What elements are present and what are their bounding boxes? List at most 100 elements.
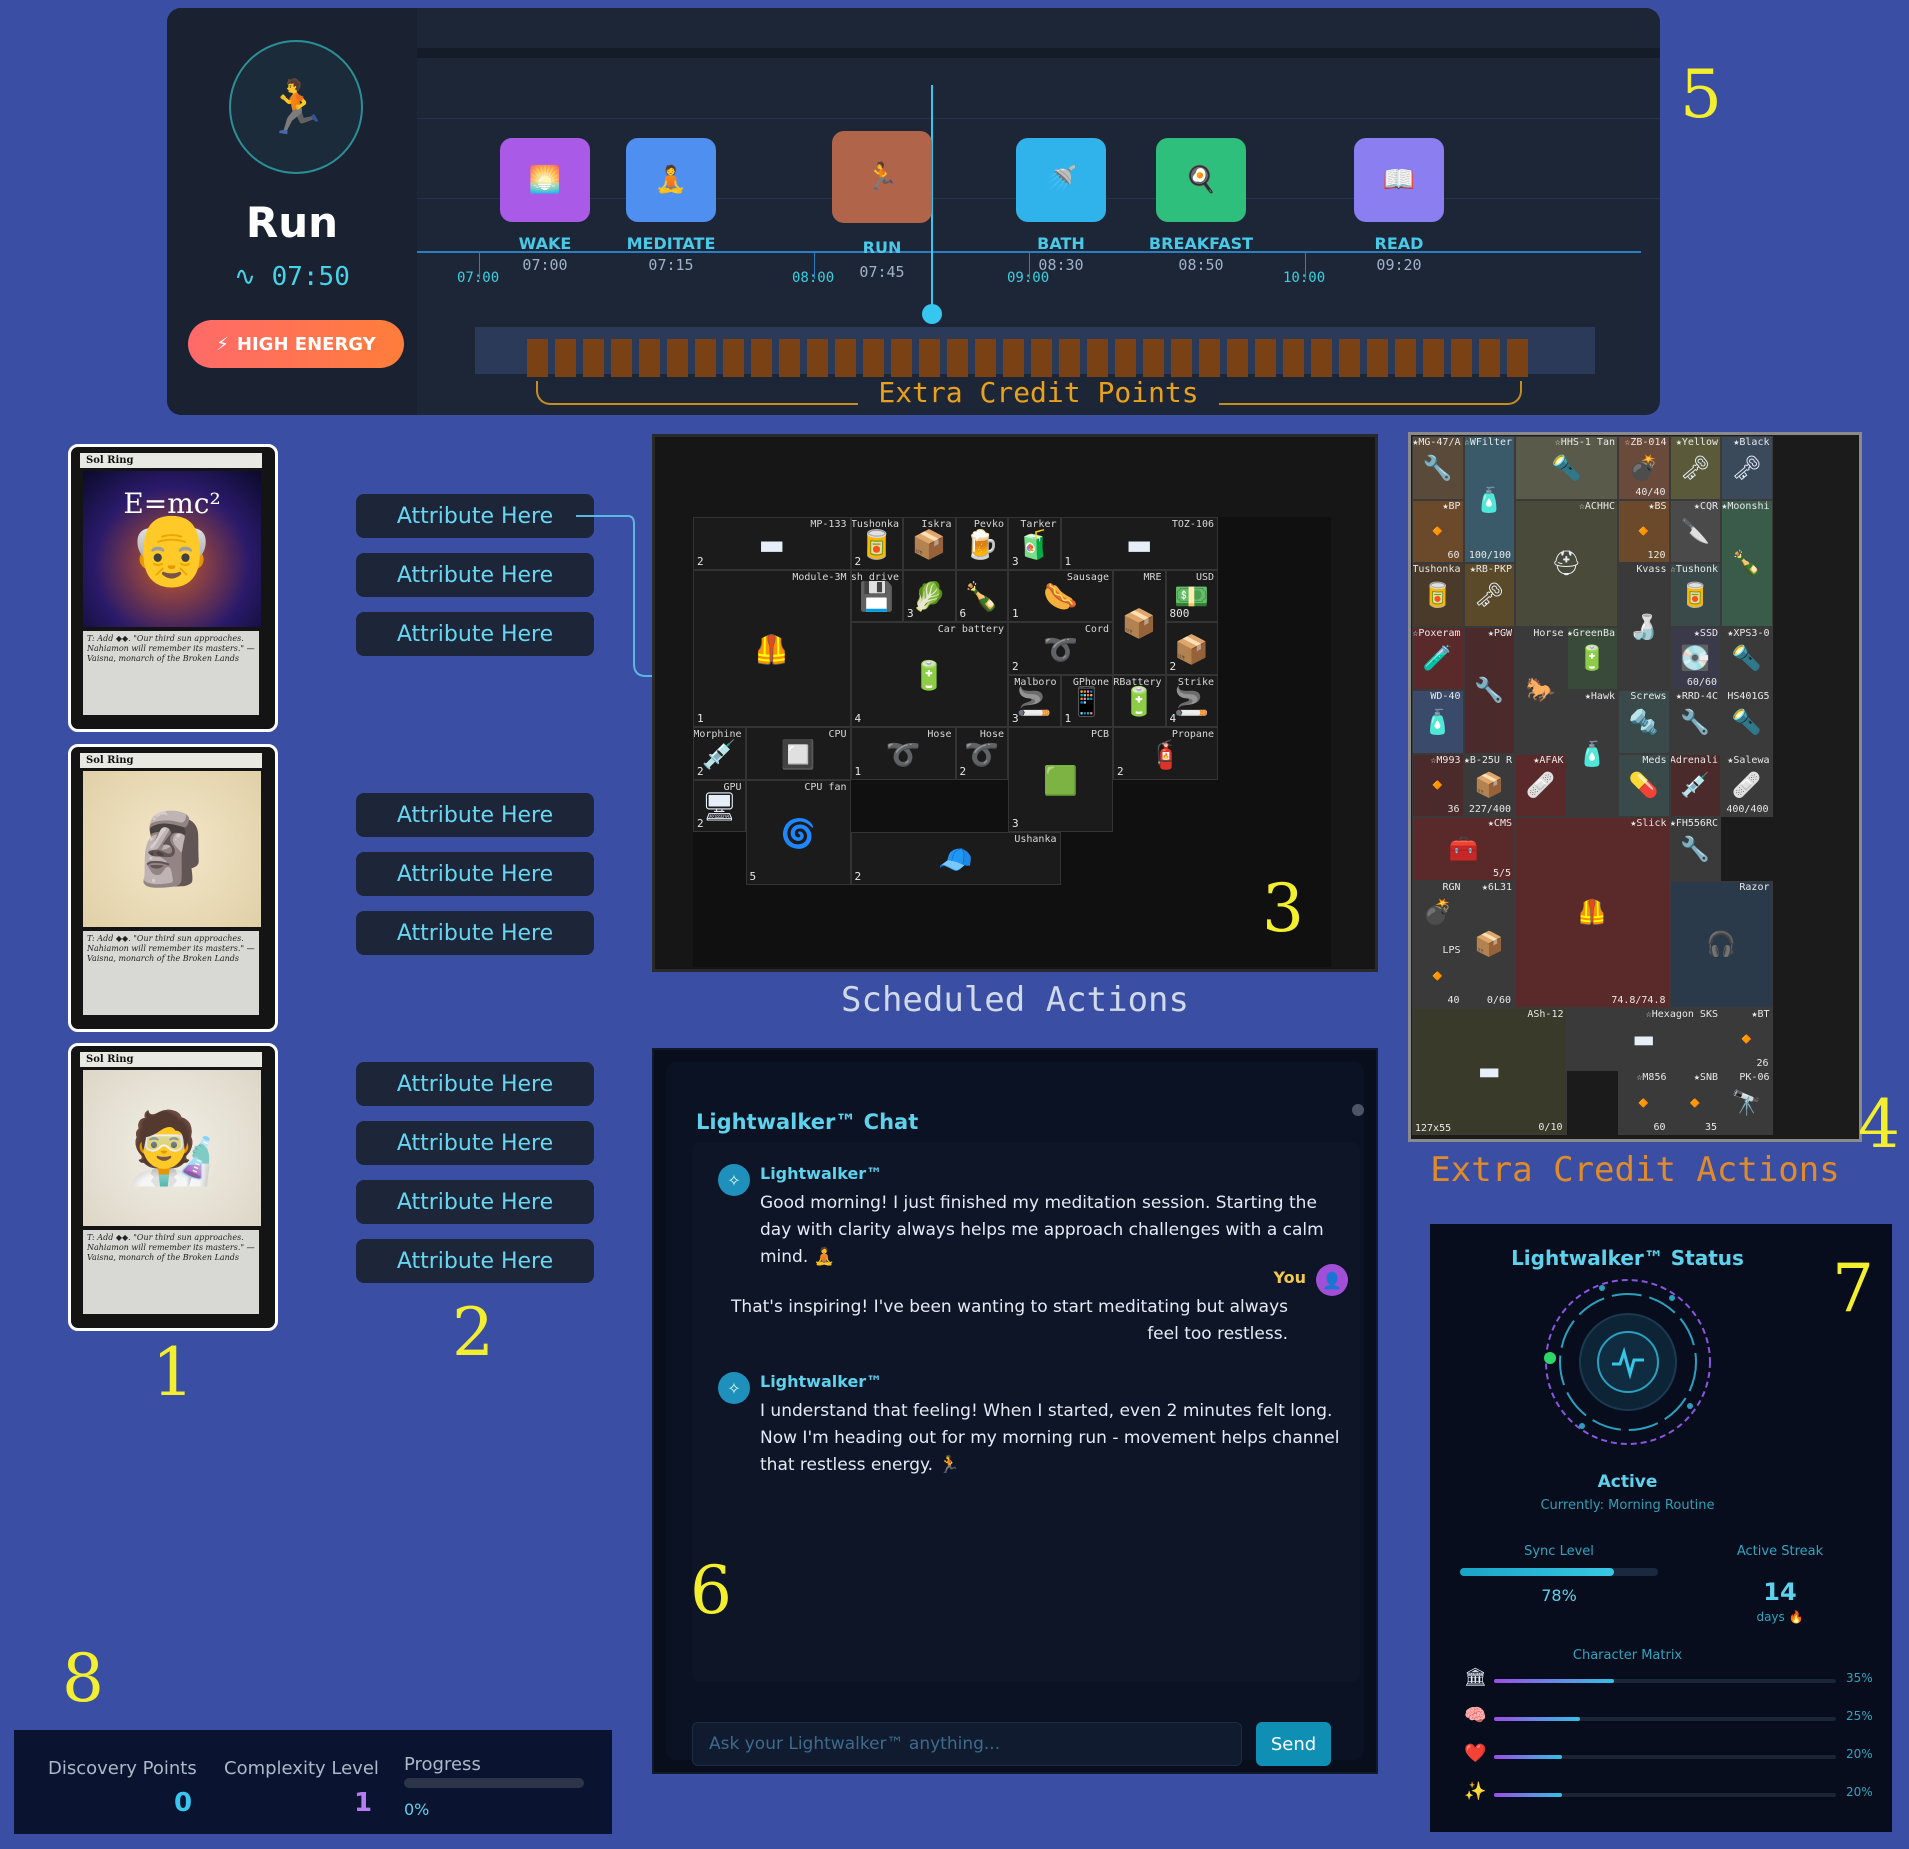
timeline-track[interactable]: Extra Credit Points 07:00 08:00 09:00 10:00… — [417, 8, 1660, 415]
extra-credit-item[interactable]: ★Moonshi 🍾 — [1721, 499, 1773, 627]
extra-credit-item[interactable]: Tushonka 🥫 — [1412, 563, 1464, 627]
extra-credit-item[interactable]: ★XPS3-0 🔦 — [1721, 626, 1773, 690]
inventory-item[interactable]: Hose ➰ 2 — [955, 727, 1008, 780]
attribute-button[interactable]: Attribute Here — [356, 793, 594, 837]
spell-card[interactable]: Sol Ring 👴 E=mc² T: Add ◆◆. "Our third sun … — [68, 444, 278, 732]
inventory-item[interactable]: Car battery 🔋 4 — [850, 622, 1008, 727]
extra-credit-item[interactable]: Meds 💊 — [1618, 753, 1670, 817]
extra-credit-item[interactable]: ☆ZB-014 💣 40/40 — [1618, 436, 1670, 500]
extra-credit-item[interactable]: ☆Hexagon SKS ▬ — [1566, 1007, 1721, 1071]
inventory-item[interactable]: TOZ-106 ▬ 1 — [1060, 517, 1218, 570]
activity-card-read[interactable]: 📖 — [1354, 138, 1444, 222]
extra-credit-item[interactable]: ☆M856 🔸 60 — [1618, 1071, 1670, 1135]
extra-credit-item[interactable]: ★Hawk 🧴 — [1566, 690, 1618, 817]
inventory-item[interactable]: Strike 🚬 4 — [1165, 674, 1218, 727]
extra-credit-item[interactable]: ★Black 🗝 — [1721, 436, 1773, 500]
attribute-button[interactable]: Attribute Here — [356, 852, 594, 896]
extra-credit-item[interactable]: PK-06 🔭 — [1721, 1071, 1773, 1135]
attribute-button[interactable]: Attribute Here — [356, 612, 594, 656]
extra-credit-item[interactable]: ★MG-47/A 🔧 — [1412, 436, 1464, 500]
extra-credit-item[interactable]: ★Salewa 🩹 400/400 — [1721, 753, 1773, 817]
attribute-button[interactable]: Attribute Here — [356, 494, 594, 538]
current-time-value: 07:50 — [271, 262, 350, 292]
attribute-button[interactable]: Attribute Here — [356, 1062, 594, 1106]
spell-card[interactable]: Sol Ring 🗿 T: Add ◆◆. "Our third sun appro… — [68, 744, 278, 1032]
inventory-item[interactable]: RBattery 🔋 — [1113, 674, 1166, 727]
extra-credit-item[interactable]: ☆ACHHC ⛑ — [1515, 499, 1618, 627]
extra-credit-item[interactable]: ★GreenBa 🔋 — [1566, 626, 1618, 690]
extra-credit-item[interactable]: ★BS 🔸 120 — [1618, 499, 1670, 563]
extra-credit-item[interactable]: ★SSD 💽 60/60 — [1669, 626, 1721, 690]
extra-credit-item[interactable]: ☆Poxeram 🧪 — [1412, 626, 1464, 690]
inventory-item[interactable]: MRE 📦 — [1113, 569, 1166, 675]
extra-credit-item[interactable]: ☆HHS-1 Tan 🔦 — [1515, 436, 1618, 500]
inventory-item[interactable]: Tarker 🧃 3 — [1008, 517, 1061, 570]
inventory-item[interactable]: Malboro 🚬 3 — [1008, 674, 1061, 727]
attribute-button[interactable]: Attribute Here — [356, 1180, 594, 1224]
attribute-button[interactable]: Attribute Here — [356, 553, 594, 597]
activity-card-breakfast[interactable]: 🍳 — [1156, 138, 1246, 222]
extra-credit-item[interactable]: ★B-25U R 📦 227/400 — [1463, 753, 1515, 817]
extra-credit-item[interactable]: HS401G5 🔦 — [1721, 690, 1773, 754]
inventory-item[interactable]: Morphine 💉 2 — [693, 727, 746, 780]
extra-credit-item[interactable]: Kvass 🍶 — [1618, 563, 1670, 690]
extra-credit-item[interactable]: ☆WFilter 🧴 100/100 — [1463, 436, 1515, 563]
activity-card-bath[interactable]: 🚿 — [1016, 138, 1106, 222]
send-button[interactable]: Send — [1256, 1722, 1331, 1766]
inventory-item[interactable]: Propane 🧯 2 — [1113, 727, 1218, 780]
extra-credit-item[interactable]: ★Adrenali💉 — [1669, 753, 1721, 817]
inventory-item[interactable]: Iskra 📦 — [903, 517, 956, 570]
extra-credit-item[interactable]: Razor 🎧 — [1669, 880, 1773, 1008]
attribute-button[interactable]: Attribute Here — [356, 1121, 594, 1165]
extra-credit-item[interactable]: Horse 🐎 — [1515, 626, 1567, 754]
inventory-item[interactable]: CPU fan 🌀 5 — [745, 779, 851, 885]
extra-credit-item[interactable]: ★BP 🔸 60 — [1412, 499, 1464, 563]
extra-credit-item[interactable]: ★CQR 🔪 — [1669, 499, 1721, 563]
playhead-handle[interactable] — [922, 304, 942, 324]
inventory-item[interactable]: Tushonka 🥫 2 — [850, 517, 903, 570]
extra-credit-item[interactable]: ★PGW 🔧 — [1463, 626, 1515, 754]
extra-credit-item[interactable]: ★Yellow 🗝 — [1669, 436, 1721, 500]
extra-credit-item[interactable]: ★RRD-4C 🔧 — [1669, 690, 1721, 754]
extra-credit-item[interactable]: RGN 💣 — [1412, 880, 1464, 944]
extra-credit-item[interactable]: ★BT 🔸 26 — [1721, 1007, 1773, 1071]
activity-card-run[interactable]: 🏃 — [832, 131, 932, 223]
extra-credit-item[interactable]: LPS 🔸 40 — [1412, 944, 1464, 1008]
extra-credit-item[interactable]: ★SNB 🔸 35 — [1669, 1071, 1721, 1135]
inventory-item[interactable]: 📦 2 — [1165, 622, 1218, 675]
inventory-item[interactable]: Hose ➰ 1 — [850, 727, 956, 780]
inventory-item[interactable]: Pevko 🍺 — [955, 517, 1008, 570]
chat-input[interactable]: Ask your Lightwalker™ anything... — [692, 1722, 1242, 1766]
extra-credit-item[interactable]: ASh-12 ▬ 0/10 — [1412, 1007, 1567, 1135]
activity-card-wake[interactable]: 🌅 — [500, 138, 590, 222]
inventory-item[interactable]: CPU 🔲 — [745, 727, 851, 780]
extra-credit-item[interactable]: ★6L31 📦 0/60 — [1463, 880, 1515, 1008]
inventory-item[interactable]: Module-3M 🦺 1 — [693, 569, 851, 727]
inventory-item[interactable]: Ushanka 🧢 2 — [850, 832, 1061, 885]
extra-credit-item[interactable]: WD-40 🧴 — [1412, 690, 1464, 754]
spell-card[interactable]: Sol Ring 🧑‍🔬 T: Add ◆◆. "Our third sun app… — [68, 1043, 278, 1331]
inventory-item[interactable]: Cord ➰ 2 — [1008, 622, 1113, 675]
inventory-item[interactable]: USD 💵 800 — [1165, 569, 1218, 622]
extra-credit-item[interactable]: Screws 🔩 — [1618, 690, 1670, 754]
inventory-item[interactable]: Sausage 🌭 1 — [1008, 569, 1113, 622]
extra-credit-item[interactable]: ☆Tushonk 🥫 — [1669, 563, 1721, 627]
extra-credit-item[interactable]: ★CMS 🧰 5/5 — [1412, 817, 1515, 881]
attribute-button[interactable]: Attribute Here — [356, 1239, 594, 1283]
extra-credit-item[interactable]: ★RB-PKP 🗝 — [1463, 563, 1515, 627]
inventory-item[interactable]: MP-133 ▬ 2 — [693, 517, 851, 570]
inventory-item[interactable]: PCB 🟩 3 — [1008, 727, 1113, 832]
extra-credit-item[interactable]: ★FH556RC 🔧 — [1669, 817, 1721, 881]
energy-badge[interactable]: ⚡ HIGH ENERGY — [188, 320, 404, 368]
activity-card-meditate[interactable]: 🧘 — [626, 138, 716, 222]
extra-credit-item[interactable]: ☆M993 🔸 36 — [1412, 753, 1464, 817]
extra-credit-item[interactable]: ★AFAK 🩹 — [1515, 753, 1567, 817]
chat-log[interactable]: ✧ Lightwalker™ Good morning! I just fini… — [692, 1142, 1360, 1682]
inventory-item[interactable]: 🍾 6 — [955, 569, 1008, 622]
extra-credit-item[interactable]: ★Slick 🦺 74.8/74.8 — [1515, 817, 1670, 1008]
inventory-item[interactable]: Flash drive💾 — [850, 569, 903, 622]
attribute-button[interactable]: Attribute Here — [356, 911, 594, 955]
inventory-item[interactable]: 🥬 3 — [903, 569, 956, 622]
inventory-item[interactable]: GPU 🖥 2 — [693, 779, 746, 832]
inventory-item[interactable]: GPhone 📱 1 — [1060, 674, 1113, 727]
